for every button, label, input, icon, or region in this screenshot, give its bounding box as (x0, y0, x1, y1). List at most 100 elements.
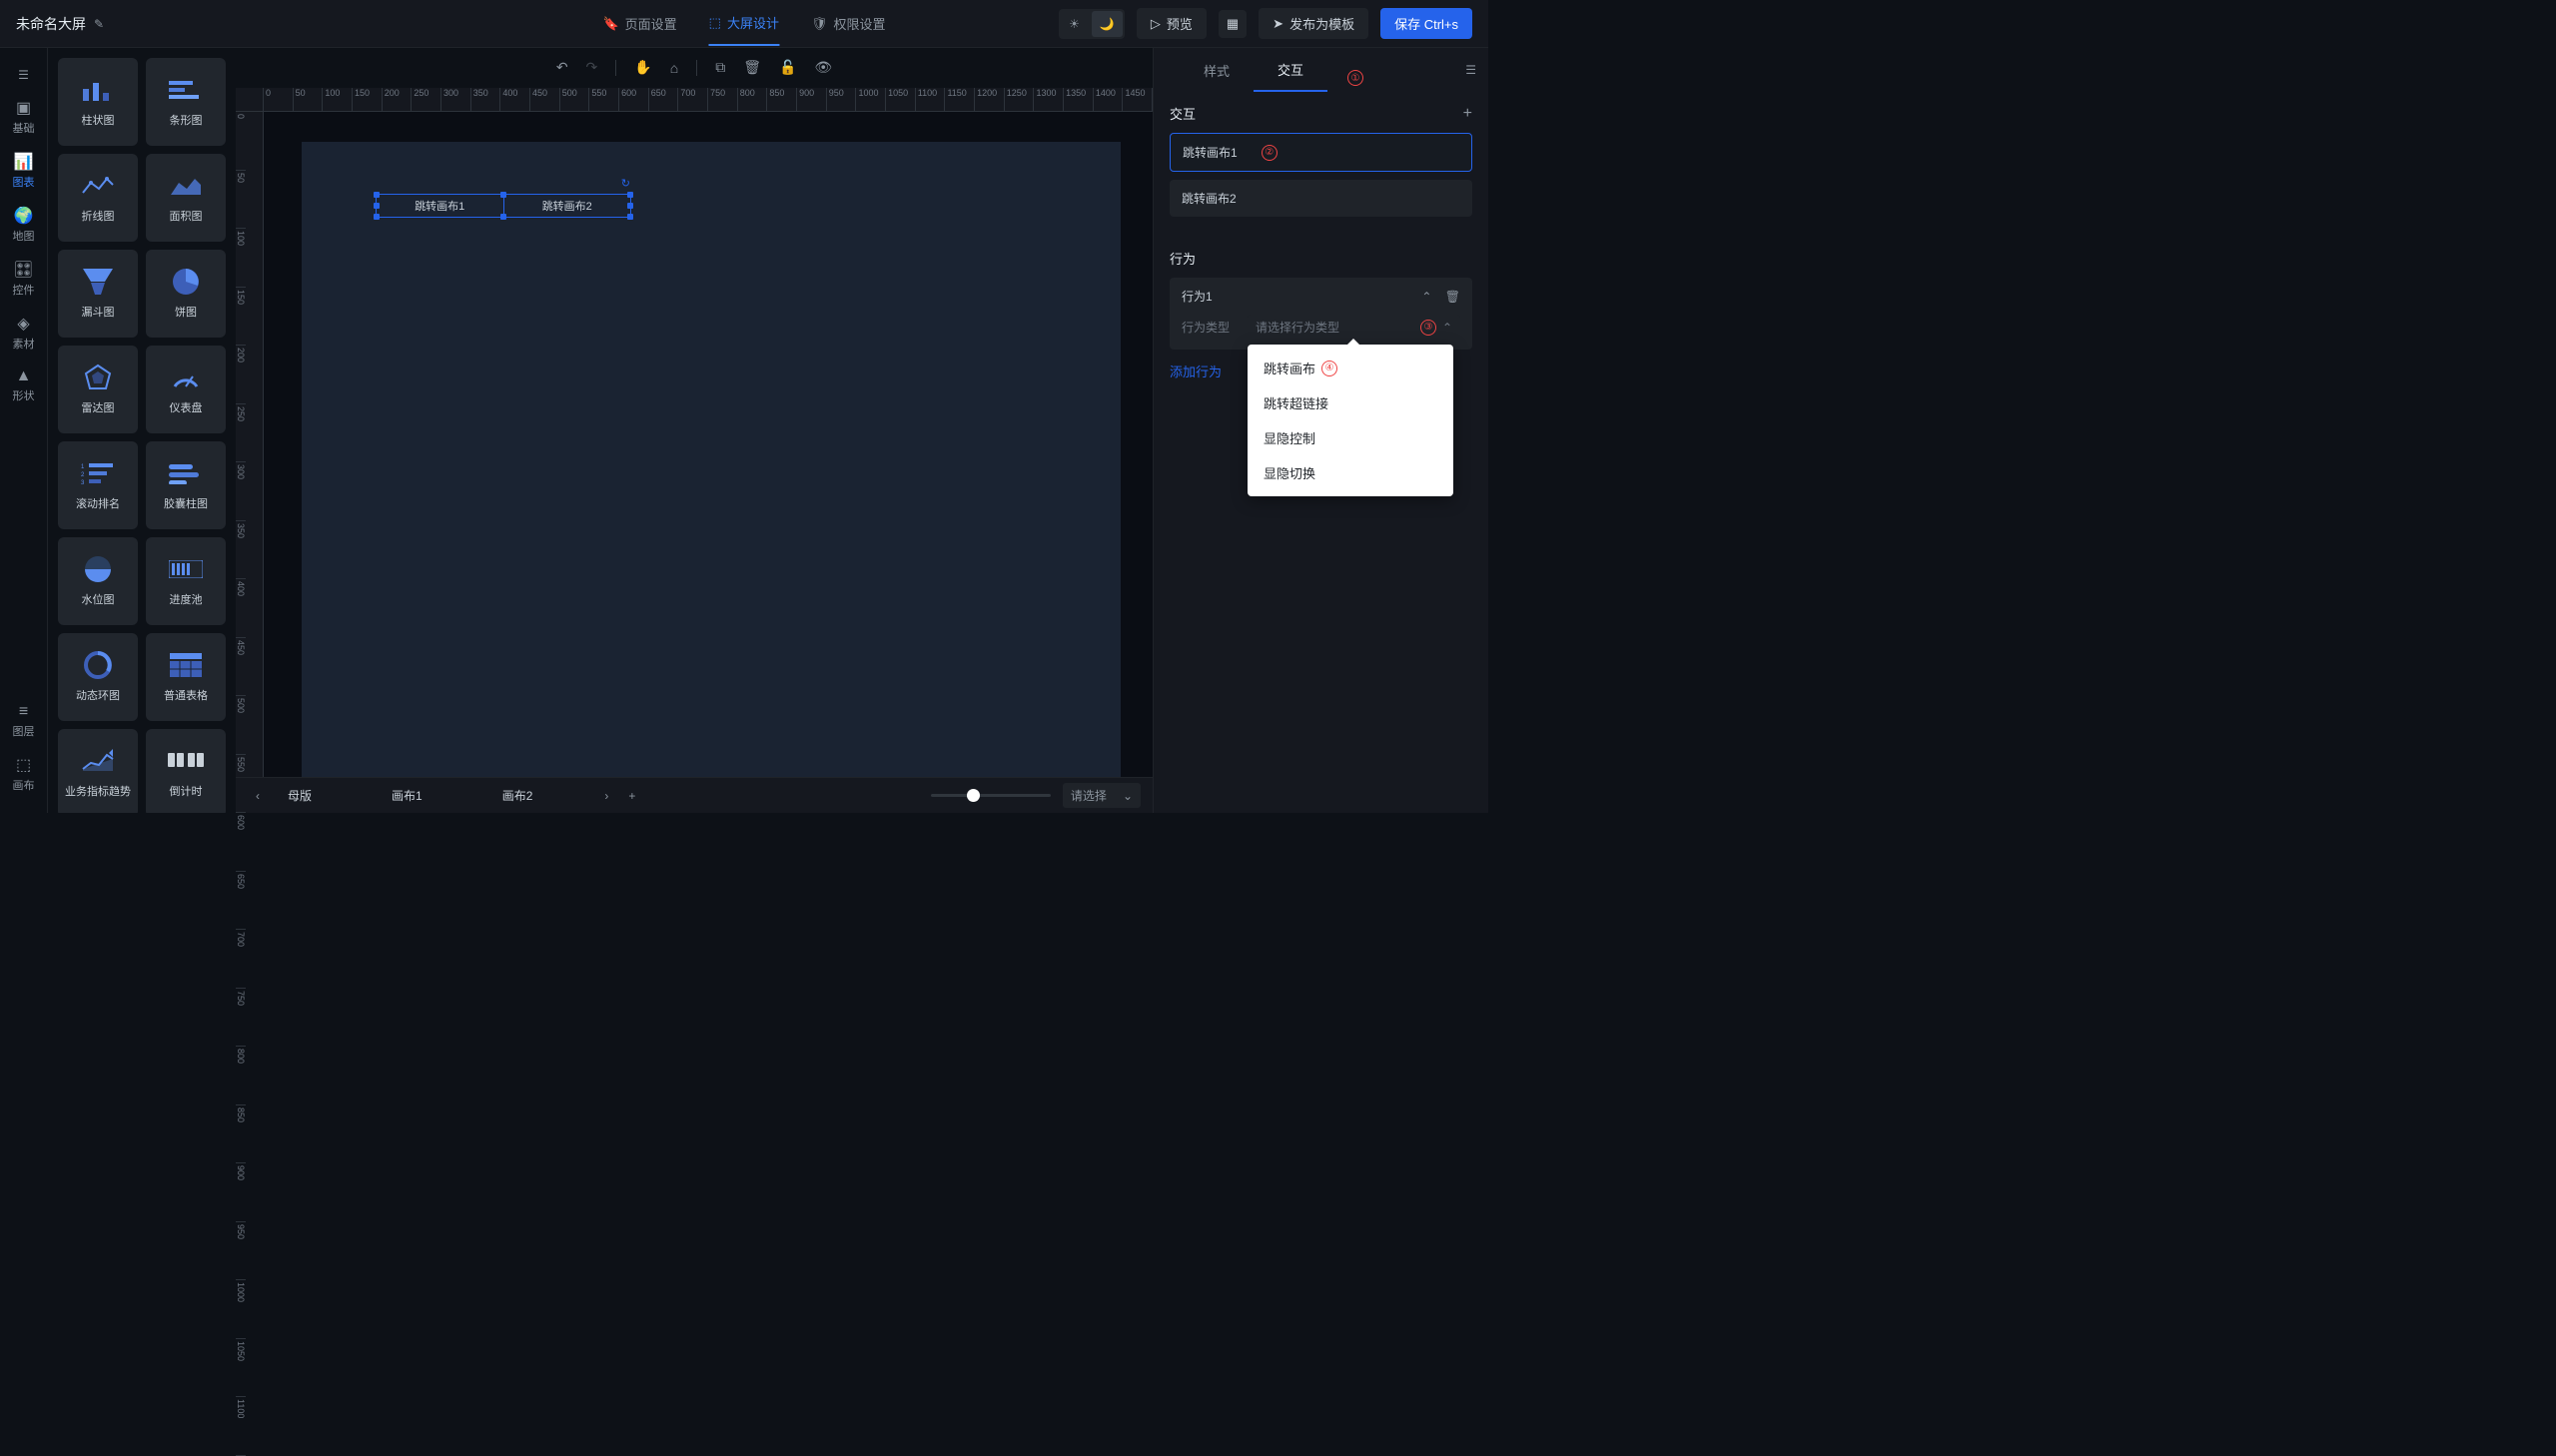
preview-button[interactable]: ▷ 预览 (1137, 8, 1207, 39)
component-card[interactable]: 漏斗图 (58, 250, 138, 338)
canvas-viewport[interactable]: ↻ 跳转画布1 跳转画布2 (264, 112, 1153, 777)
ruler-tick: 100 (323, 88, 353, 111)
canvas-background[interactable]: ↻ 跳转画布1 跳转画布2 (302, 142, 1121, 777)
dropdown-option-visibility-toggle[interactable]: 显隐切换 (1248, 455, 1453, 490)
bottom-tab-master[interactable]: 母版 (272, 778, 372, 813)
resize-handle-n[interactable] (500, 192, 506, 198)
light-mode-icon[interactable]: ☀ (1061, 11, 1088, 37)
canvas-area: ↶ ↷ ✋ ⌂ ⧉ 🗑 🔓 👁 050100150200250300350400… (236, 48, 1153, 813)
rotate-handle-icon[interactable]: ↻ (621, 177, 630, 190)
component-card[interactable]: 柱状图 (58, 58, 138, 146)
ruler-tick: 200 (236, 346, 246, 404)
pan-icon[interactable]: ✋ (634, 59, 651, 76)
bottom-tab-canvas1[interactable]: 画布1 (376, 778, 482, 813)
component-label: 普通表格 (164, 687, 208, 703)
zoom-slider-thumb[interactable] (967, 789, 980, 802)
undo-icon[interactable]: ↶ (556, 59, 568, 76)
component-card[interactable]: 倒计时 (146, 729, 226, 813)
ruler-vertical: 0501001502002503003504004505005506006507… (236, 112, 264, 777)
component-card[interactable]: 水位图 (58, 537, 138, 625)
component-card[interactable]: 普通表格 (146, 633, 226, 721)
component-card[interactable]: 条形图 (146, 58, 226, 146)
component-label: 仪表盘 (170, 399, 203, 415)
home-icon[interactable]: ⌂ (670, 60, 678, 76)
prev-canvas-icon[interactable]: ‹ (248, 789, 268, 803)
zoom-slider[interactable] (931, 794, 1051, 797)
ruler-horizontal: 0501001502002503003504004505005506006507… (264, 88, 1153, 112)
resize-handle-sw[interactable] (374, 214, 380, 220)
chevron-down-icon: ⌄ (1123, 789, 1133, 803)
add-interaction-icon[interactable]: + (1463, 105, 1472, 123)
visibility-icon[interactable]: 👁 (814, 59, 832, 76)
component-label: 倒计时 (170, 783, 203, 799)
component-card[interactable]: 胶囊柱图 (146, 441, 226, 529)
resize-handle-e[interactable] (627, 203, 633, 209)
interaction-item-2[interactable]: 跳转画布2 (1170, 180, 1472, 217)
ruler-tick: 750 (708, 88, 738, 111)
zoom-select[interactable]: 请选择 ⌄ (1063, 783, 1141, 808)
ruler-tick: 1050 (886, 88, 916, 111)
component-card[interactable]: 123滚动排名 (58, 441, 138, 529)
collapse-right-panel-icon[interactable]: ☰ (1453, 63, 1488, 77)
ruler-tick: 1100 (916, 88, 946, 111)
component-card[interactable]: 仪表盘 (146, 346, 226, 433)
dropdown-option-jump-canvas[interactable]: 跳转画布 ④ (1248, 351, 1453, 385)
bottom-tab-canvas2[interactable]: 画布2 (486, 778, 593, 813)
nav-layers[interactable]: ≡图层 (13, 695, 35, 747)
component-card[interactable]: 动态环图 (58, 633, 138, 721)
ruler-tick: 100 (236, 229, 246, 288)
nav-shape[interactable]: ▲形状 (0, 360, 47, 411)
ruler-tick: 1350 (1064, 88, 1094, 111)
next-canvas-icon[interactable]: › (596, 789, 616, 803)
ruler-tick: 400 (236, 579, 246, 638)
component-card[interactable]: 折线图 (58, 154, 138, 242)
add-canvas-icon[interactable]: + (620, 789, 643, 803)
behavior-type-select[interactable]: 请选择行为类型 ③ ⌃ (1248, 315, 1460, 340)
widget-tab-1[interactable]: 跳转画布1 (377, 195, 504, 217)
nav-map[interactable]: 🌍地图 (0, 198, 47, 252)
component-card[interactable]: 进度池 (146, 537, 226, 625)
edit-title-icon[interactable]: ✎ (94, 17, 104, 31)
resize-handle-se[interactable] (627, 214, 633, 220)
widget-tab-2[interactable]: 跳转画布2 (504, 195, 631, 217)
component-card[interactable]: 面积图 (146, 154, 226, 242)
component-card[interactable]: 饼图 (146, 250, 226, 338)
tab-page-settings[interactable]: 🔖 页面设置 (602, 2, 676, 45)
dropdown-option-visibility-control[interactable]: 显隐控制 (1248, 420, 1453, 455)
right-panel-tabs: 样式 交互 ① ☰ (1154, 48, 1488, 92)
copy-icon[interactable]: ⧉ (715, 59, 725, 76)
dropdown-option-jump-link[interactable]: 跳转超链接 (1248, 385, 1453, 420)
component-card[interactable]: 雷达图 (58, 346, 138, 433)
publish-template-button[interactable]: ➤ 发布为模板 (1259, 8, 1368, 39)
nav-basic[interactable]: ▣基础 (0, 90, 47, 144)
nav-chart[interactable]: 📊图表 (0, 144, 47, 198)
lock-icon[interactable]: 🔓 (779, 59, 796, 76)
collapse-sidebar-icon[interactable]: ☰ (10, 60, 37, 90)
selected-tab-widget[interactable]: ↻ 跳转画布1 跳转画布2 (376, 194, 631, 218)
dark-mode-icon[interactable]: 🌙 (1092, 11, 1123, 37)
delete-behavior-icon[interactable]: 🗑 (1445, 290, 1460, 304)
tab-style[interactable]: 样式 (1180, 48, 1254, 92)
tab-interaction[interactable]: 交互 (1254, 48, 1327, 92)
delete-icon[interactable]: 🗑 (743, 59, 761, 76)
component-icon (78, 747, 118, 775)
interaction-item-1[interactable]: 跳转画布1 ② (1170, 133, 1472, 172)
tab-permission-settings[interactable]: 🛡 权限设置 (811, 2, 886, 45)
component-card[interactable]: 业务指标趋势 (58, 729, 138, 813)
resize-handle-w[interactable] (374, 203, 380, 209)
ruler-tick: 1200 (975, 88, 1005, 111)
nav-control[interactable]: 🎛控件 (0, 252, 47, 306)
tab-dashboard-design[interactable]: ⬚ 大屏设计 (709, 1, 779, 46)
collapse-behavior-icon[interactable]: ⌃ (1421, 290, 1431, 304)
svg-text:3: 3 (81, 480, 85, 485)
shape-icon: ▲ (16, 367, 32, 385)
ruler-tick: 900 (236, 1163, 246, 1222)
resize-handle-s[interactable] (500, 214, 506, 220)
resize-handle-ne[interactable] (627, 192, 633, 198)
layout-button[interactable]: ▦ (1219, 10, 1247, 38)
nav-material[interactable]: ◈素材 (0, 306, 47, 360)
save-button[interactable]: 保存 Ctrl+s (1380, 8, 1472, 39)
redo-icon[interactable]: ↷ (586, 59, 598, 76)
resize-handle-nw[interactable] (374, 192, 380, 198)
nav-canvas[interactable]: ⬚画布 (13, 747, 35, 801)
